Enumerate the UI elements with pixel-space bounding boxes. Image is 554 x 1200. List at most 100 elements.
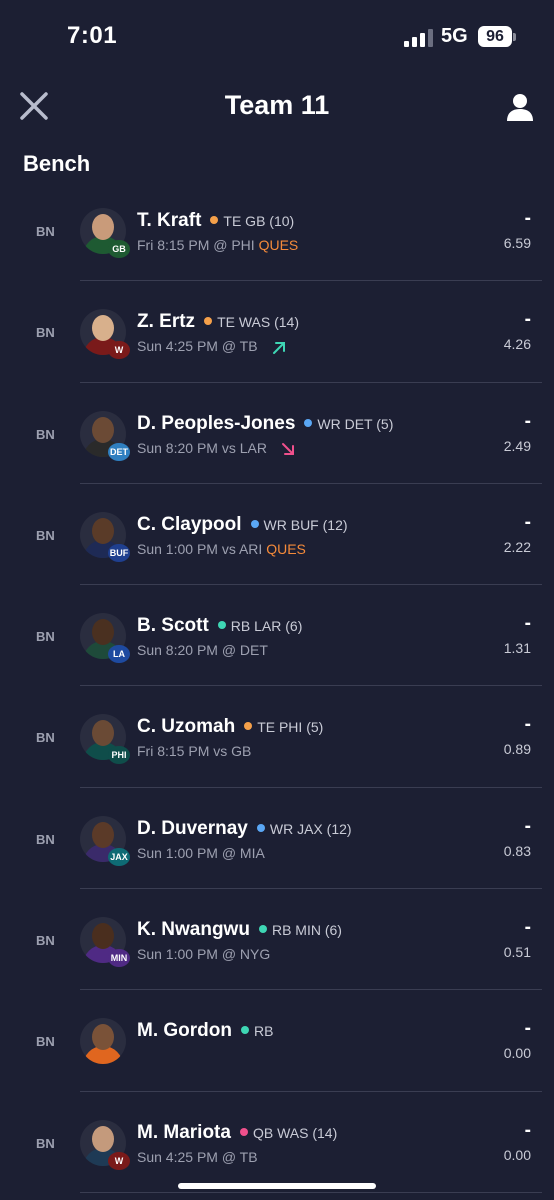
position-dot-icon bbox=[250, 519, 259, 528]
points: 0.89 bbox=[503, 741, 531, 758]
player-name[interactable]: Z. Ertz bbox=[137, 311, 195, 332]
slot-badge[interactable]: BN bbox=[36, 1034, 55, 1049]
position-team: RB bbox=[253, 1023, 274, 1040]
player-name-line: C. Uzomah TE PHI (5) bbox=[137, 716, 323, 738]
player-name[interactable]: C. Claypool bbox=[137, 514, 242, 535]
points: 0.00 bbox=[503, 1146, 531, 1163]
page-title: Team 11 bbox=[224, 90, 330, 120]
player-name-line: M. Gordon RB bbox=[137, 1020, 273, 1042]
team-logo-icon: DET bbox=[108, 442, 130, 461]
player-name[interactable]: D. Duvernay bbox=[137, 818, 248, 839]
section-title: Bench bbox=[23, 151, 91, 176]
position-dot-icon bbox=[204, 317, 213, 326]
slot-badge[interactable]: BN bbox=[36, 528, 55, 543]
player-row[interactable]: BN W M. Mariota QB WAS (14) Sun 4:25 PM @… bbox=[0, 1092, 554, 1193]
player-name-line: T. Kraft TE GB (10) bbox=[137, 210, 294, 232]
player-row[interactable]: BN LA B. Scott RB LAR (6) Sun 8:20 PM @ D… bbox=[0, 585, 554, 687]
game-time: Sun 1:00 PM @ MIA bbox=[137, 844, 265, 861]
player-row[interactable]: BN PHI C. Uzomah TE PHI (5) Fri 8:15 PM v… bbox=[0, 686, 554, 788]
battery-icon: 96 bbox=[478, 26, 512, 47]
slot-badge[interactable]: BN bbox=[36, 629, 55, 644]
game-info: Sun 1:00 PM vs ARI QUES bbox=[137, 541, 306, 557]
projection: - bbox=[524, 815, 531, 837]
team-logo-icon: JAX bbox=[108, 847, 130, 866]
player-row[interactable]: BN MIN K. Nwangwu RB MIN (6) Sun 1:00 PM … bbox=[0, 889, 554, 991]
team-logo-icon: W bbox=[108, 341, 130, 360]
position-team: TE PHI (5) bbox=[257, 719, 324, 736]
team-logo-icon: BUF bbox=[108, 543, 130, 562]
game-info: Fri 8:15 PM vs GB bbox=[137, 743, 251, 759]
slot-badge[interactable]: BN bbox=[36, 427, 55, 442]
game-time: Fri 8:15 PM vs GB bbox=[137, 743, 252, 760]
position-dot-icon bbox=[304, 418, 313, 427]
player-name[interactable]: D. Peoples-Jones bbox=[137, 413, 295, 434]
points: 1.31 bbox=[503, 640, 531, 657]
trend-down-icon bbox=[281, 442, 294, 455]
player-name[interactable]: T. Kraft bbox=[137, 210, 201, 231]
position-team: WR JAX (12) bbox=[269, 820, 352, 837]
status-time: 7:01 bbox=[67, 22, 118, 49]
home-indicator[interactable] bbox=[178, 1183, 376, 1189]
game-info: Sun 4:25 PM @ TB bbox=[137, 338, 286, 354]
slot-badge[interactable]: BN bbox=[36, 832, 55, 847]
profile-icon[interactable] bbox=[505, 92, 535, 122]
position-team: RB LAR (6) bbox=[230, 618, 303, 635]
player-name-line: Z. Ertz TE WAS (14) bbox=[137, 311, 299, 333]
points: 0.51 bbox=[503, 944, 531, 961]
header: Team 11 bbox=[0, 80, 554, 136]
points: 2.49 bbox=[503, 437, 531, 454]
player-name[interactable]: K. Nwangwu bbox=[137, 919, 250, 940]
projection: - bbox=[524, 511, 531, 533]
game-info: Sun 1:00 PM @ NYG bbox=[137, 946, 270, 962]
position-dot-icon bbox=[256, 823, 265, 832]
projection: - bbox=[524, 613, 531, 635]
game-info: Sun 8:20 PM @ DET bbox=[137, 642, 268, 658]
slot-badge[interactable]: BN bbox=[36, 933, 55, 948]
position-team: RB MIN (6) bbox=[271, 922, 342, 939]
player-row[interactable]: BN W Z. Ertz TE WAS (14) Sun 4:25 PM @ TB… bbox=[0, 281, 554, 383]
slot-badge[interactable]: BN bbox=[36, 1136, 55, 1151]
player-name[interactable]: M. Gordon bbox=[137, 1020, 232, 1041]
battery-tip bbox=[513, 33, 516, 41]
projection: - bbox=[524, 1018, 531, 1040]
slot-badge[interactable]: BN bbox=[36, 325, 55, 340]
player-row[interactable]: BN GB T. Kraft TE GB (10) Fri 8:15 PM @ P… bbox=[0, 180, 554, 282]
player-name[interactable]: C. Uzomah bbox=[137, 716, 235, 737]
projection: - bbox=[524, 208, 531, 229]
player-list: BN GB T. Kraft TE GB (10) Fri 8:15 PM @ P… bbox=[0, 180, 554, 1193]
points: 4.26 bbox=[503, 336, 531, 353]
position-dot-icon bbox=[210, 215, 219, 224]
player-row[interactable]: BN M. Gordon RB - 0.00 bbox=[0, 990, 554, 1092]
game-time: Fri 8:15 PM @ PHI bbox=[137, 237, 255, 253]
player-name[interactable]: B. Scott bbox=[137, 615, 209, 636]
points: 2.22 bbox=[503, 538, 531, 555]
status-bar: 7:01 5G 96 bbox=[0, 0, 554, 70]
network-type: 5G bbox=[441, 25, 468, 47]
player-name-line: D. Peoples-Jones WR DET (5) bbox=[137, 413, 393, 435]
position-dot-icon bbox=[217, 621, 226, 630]
team-logo-icon: PHI bbox=[108, 746, 130, 765]
slot-badge[interactable]: BN bbox=[36, 224, 55, 239]
slot-badge[interactable]: BN bbox=[36, 730, 55, 745]
position-team: WR DET (5) bbox=[317, 415, 394, 432]
player-photo-icon bbox=[80, 1018, 126, 1065]
game-info: Sun 4:25 PM @ TB bbox=[137, 1149, 258, 1165]
points: 6.59 bbox=[503, 235, 531, 251]
player-name-line: D. Duvernay WR JAX (12) bbox=[137, 818, 352, 840]
game-info: Sun 1:00 PM @ MIA bbox=[137, 845, 265, 861]
team-logo-icon: W bbox=[108, 1151, 130, 1170]
game-time: Sun 4:25 PM @ TB bbox=[137, 338, 258, 355]
trend-up-icon bbox=[272, 341, 285, 354]
player-name[interactable]: M. Mariota bbox=[137, 1122, 231, 1143]
player-row[interactable]: BN JAX D. Duvernay WR JAX (12) Sun 1:00 P… bbox=[0, 788, 554, 890]
points: 0.83 bbox=[503, 842, 531, 859]
player-row[interactable]: BN BUF C. Claypool WR BUF (12) Sun 1:00 P… bbox=[0, 484, 554, 586]
game-time: Sun 1:00 PM @ NYG bbox=[137, 946, 271, 963]
team-logo-icon: LA bbox=[108, 645, 130, 664]
player-row[interactable]: BN DET D. Peoples-Jones WR DET (5) Sun 8:… bbox=[0, 383, 554, 484]
position-dot-icon bbox=[244, 722, 253, 731]
projection: - bbox=[524, 309, 531, 331]
game-info: Fri 8:15 PM @ PHI QUES bbox=[137, 237, 298, 253]
player-name-line: M. Mariota QB WAS (14) bbox=[137, 1122, 337, 1144]
projection: - bbox=[524, 714, 531, 736]
